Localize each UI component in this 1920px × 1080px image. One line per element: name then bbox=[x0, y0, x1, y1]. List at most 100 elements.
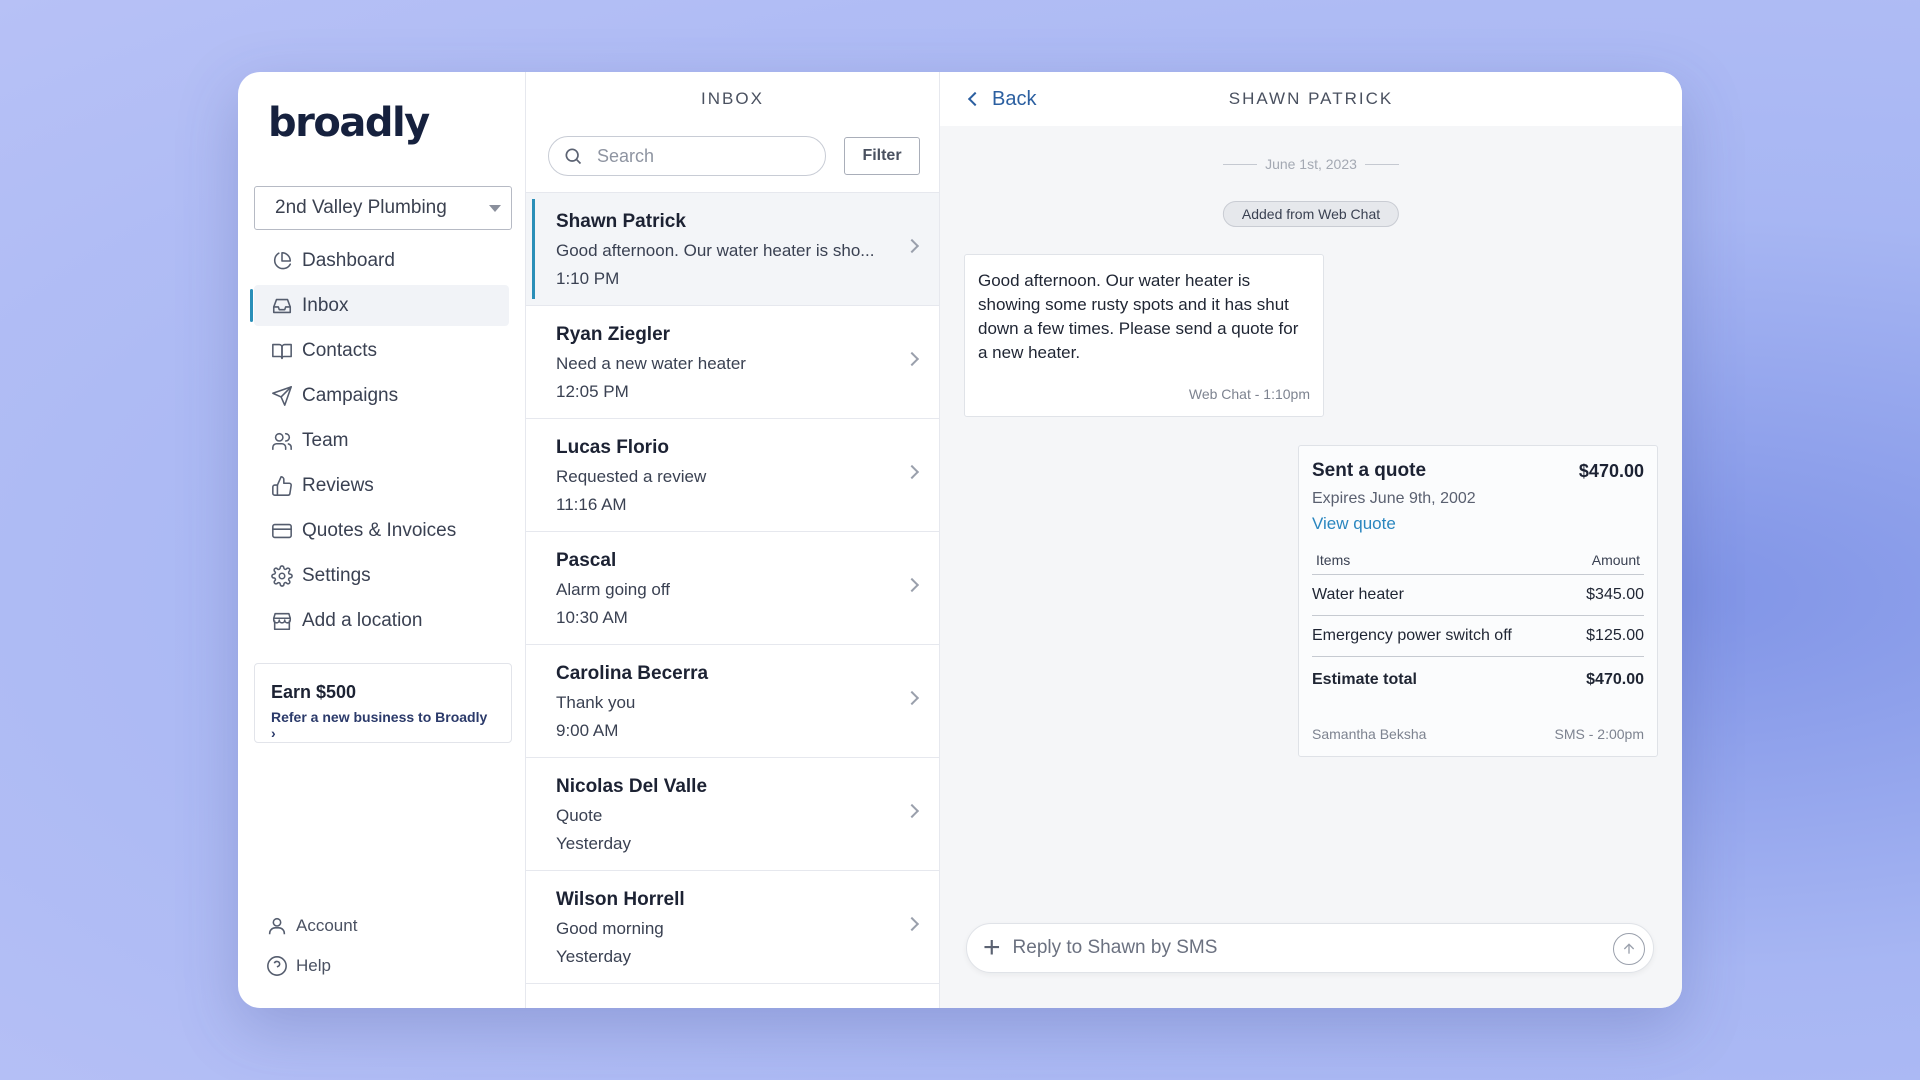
conversation-preview: Good afternoon. Our water heater is sho.… bbox=[556, 241, 875, 260]
quote-meta: SMS - 2:00pm bbox=[1554, 726, 1644, 742]
conversation-thread: Back SHAWN PATRICK June 1st, 2023 Added … bbox=[940, 72, 1682, 1008]
divider-line bbox=[1364, 163, 1399, 165]
conversation-time: 9:00 AM bbox=[556, 721, 619, 740]
help-icon bbox=[267, 956, 287, 976]
divider-line bbox=[1223, 163, 1258, 165]
logo-text: broadly bbox=[268, 100, 430, 146]
quote-row: Water heater $345.00 bbox=[1312, 575, 1644, 616]
user-icon bbox=[268, 917, 286, 935]
referral-link-text: Refer a new business to Broadly bbox=[271, 709, 488, 725]
chevron-left-icon bbox=[967, 91, 983, 107]
conversation-time: Yesterday bbox=[556, 834, 631, 853]
sidebar-item-label: Contacts bbox=[302, 339, 377, 361]
sidebar-item-label: Quotes & Invoices bbox=[302, 519, 457, 541]
conversation-item[interactable]: Nicolas Del Valle Quote Yesterday bbox=[526, 758, 939, 871]
pie-chart-icon bbox=[270, 249, 294, 273]
conversation-preview: Need a new water heater bbox=[556, 354, 746, 373]
quote-total-row: Estimate total $470.00 bbox=[1312, 657, 1644, 703]
account-label: Account bbox=[296, 916, 358, 935]
chevron-right-icon bbox=[904, 577, 920, 593]
sidebar-item-contacts[interactable]: Contacts bbox=[254, 330, 509, 371]
search-icon bbox=[565, 148, 582, 165]
conversation-item[interactable]: Lucas Florio Requested a review 11:16 AM bbox=[526, 419, 939, 532]
conversation-preview: Thank you bbox=[556, 693, 636, 712]
send-button[interactable] bbox=[1613, 933, 1645, 965]
chevron-right-icon bbox=[904, 803, 920, 819]
quote-item: Water heater bbox=[1312, 586, 1404, 603]
conversation-item[interactable]: Wilson Horrell Good morning Yesterday bbox=[526, 871, 939, 984]
account-link[interactable]: Account bbox=[266, 906, 357, 946]
inbox-title: INBOX bbox=[701, 89, 764, 108]
conversation-item[interactable]: Carolina Becerra Thank you 9:00 AM bbox=[526, 645, 939, 758]
quote-table: Items Amount Water heater $345.00 Emerge… bbox=[1312, 552, 1644, 703]
sidebar-item-inbox[interactable]: Inbox bbox=[250, 285, 509, 326]
sidebar-item-quotes-invoices[interactable]: Quotes & Invoices bbox=[254, 510, 509, 551]
quote-sender: Samantha Beksha bbox=[1312, 726, 1427, 742]
thread-date: June 1st, 2023 bbox=[1265, 156, 1357, 172]
plus-icon[interactable]: + bbox=[983, 933, 1001, 963]
search-placeholder: Search bbox=[597, 145, 655, 166]
conversation-preview: Alarm going off bbox=[556, 580, 671, 599]
date-divider: June 1st, 2023 bbox=[940, 156, 1682, 172]
sidebar-item-label: Team bbox=[302, 429, 349, 451]
sidebar-item-dashboard[interactable]: Dashboard bbox=[254, 240, 509, 281]
sidebar-item-label: Settings bbox=[302, 564, 371, 586]
search-input[interactable]: Search bbox=[548, 136, 826, 176]
search-row: Search Filter bbox=[526, 126, 939, 193]
conversation-time: Yesterday bbox=[556, 947, 631, 966]
send-icon bbox=[270, 384, 294, 408]
sidebar-item-reviews[interactable]: Reviews bbox=[254, 465, 509, 506]
sidebar-item-team[interactable]: Team bbox=[254, 420, 509, 461]
back-button[interactable]: Back bbox=[967, 87, 1037, 111]
quote-amount: $470.00 bbox=[1578, 460, 1644, 481]
app-window: broadly 2nd Valley Plumbing Dashboard In… bbox=[238, 72, 1682, 1008]
conversation-preview: Good morning bbox=[556, 919, 664, 938]
conversation-name: Carolina Becerra bbox=[556, 663, 709, 684]
quote-row: Emergency power switch off $125.00 bbox=[1312, 616, 1644, 657]
help-link[interactable]: Help bbox=[266, 946, 357, 986]
reply-input[interactable]: + Reply to Shawn by SMS bbox=[966, 923, 1654, 973]
sidebar-item-campaigns[interactable]: Campaigns bbox=[254, 375, 509, 416]
gear-icon bbox=[270, 564, 294, 588]
conversation-item[interactable]: Ryan Ziegler Need a new water heater 12:… bbox=[526, 306, 939, 419]
conversation-time: 11:16 AM bbox=[556, 495, 627, 514]
store-icon bbox=[270, 609, 294, 633]
referral-card[interactable]: Earn $500 Refer a new business to Broadl… bbox=[254, 663, 512, 743]
quote-card: Sent a quote $470.00 Expires June 9th, 2… bbox=[1298, 445, 1658, 757]
help-label: Help bbox=[296, 956, 331, 975]
conversation-preview: Requested a review bbox=[556, 467, 707, 486]
inbox-panel: INBOX Search Filter Shawn Patrick Good a… bbox=[526, 72, 940, 1008]
conversation-item[interactable]: Shawn Patrick Good afternoon. Our water … bbox=[526, 193, 939, 306]
quote-item-amount: $125.00 bbox=[1586, 627, 1644, 644]
quote-title: Sent a quote bbox=[1312, 460, 1427, 481]
conversation-name: Lucas Florio bbox=[556, 437, 669, 458]
referral-link[interactable]: Refer a new business to Broadly › bbox=[271, 709, 495, 741]
reply-placeholder: Reply to Shawn by SMS bbox=[1012, 937, 1218, 958]
quote-item-amount: $345.00 bbox=[1586, 586, 1644, 603]
incoming-message: Good afternoon. Our water heater is show… bbox=[964, 254, 1324, 417]
quote-expires: Expires June 9th, 2002 bbox=[1312, 490, 1476, 507]
col-amount: Amount bbox=[1591, 552, 1640, 568]
location-select[interactable]: 2nd Valley Plumbing bbox=[254, 186, 512, 230]
thread-header: Back SHAWN PATRICK bbox=[940, 72, 1682, 126]
inbox-icon bbox=[270, 294, 294, 318]
col-items: Items bbox=[1316, 552, 1351, 568]
broadly-logo[interactable]: broadly bbox=[268, 96, 509, 146]
conversation-name: Shawn Patrick bbox=[556, 211, 686, 232]
conversation-name: Pascal bbox=[556, 550, 617, 571]
back-label: Back bbox=[992, 87, 1037, 110]
chevron-right-icon bbox=[904, 351, 920, 367]
sidebar-item-settings[interactable]: Settings bbox=[254, 555, 509, 596]
sidebar-item-label: Campaigns bbox=[302, 384, 399, 406]
message-text: Good afternoon. Our water heater is show… bbox=[978, 271, 1299, 362]
quote-item: Emergency power switch off bbox=[1312, 627, 1512, 644]
conversation-item[interactable]: Pascal Alarm going off 10:30 AM bbox=[526, 532, 939, 645]
filter-button[interactable]: Filter bbox=[844, 137, 920, 175]
chevron-right-icon bbox=[904, 690, 920, 706]
sidebar-item-label: Reviews bbox=[302, 474, 374, 496]
sidebar-item-add-location[interactable]: Add a location bbox=[254, 600, 509, 641]
view-quote-link[interactable]: View quote bbox=[1312, 514, 1644, 534]
conversation-time: 12:05 PM bbox=[556, 382, 629, 401]
quote-total-label: Estimate total bbox=[1312, 671, 1417, 688]
credit-card-icon bbox=[270, 519, 294, 543]
